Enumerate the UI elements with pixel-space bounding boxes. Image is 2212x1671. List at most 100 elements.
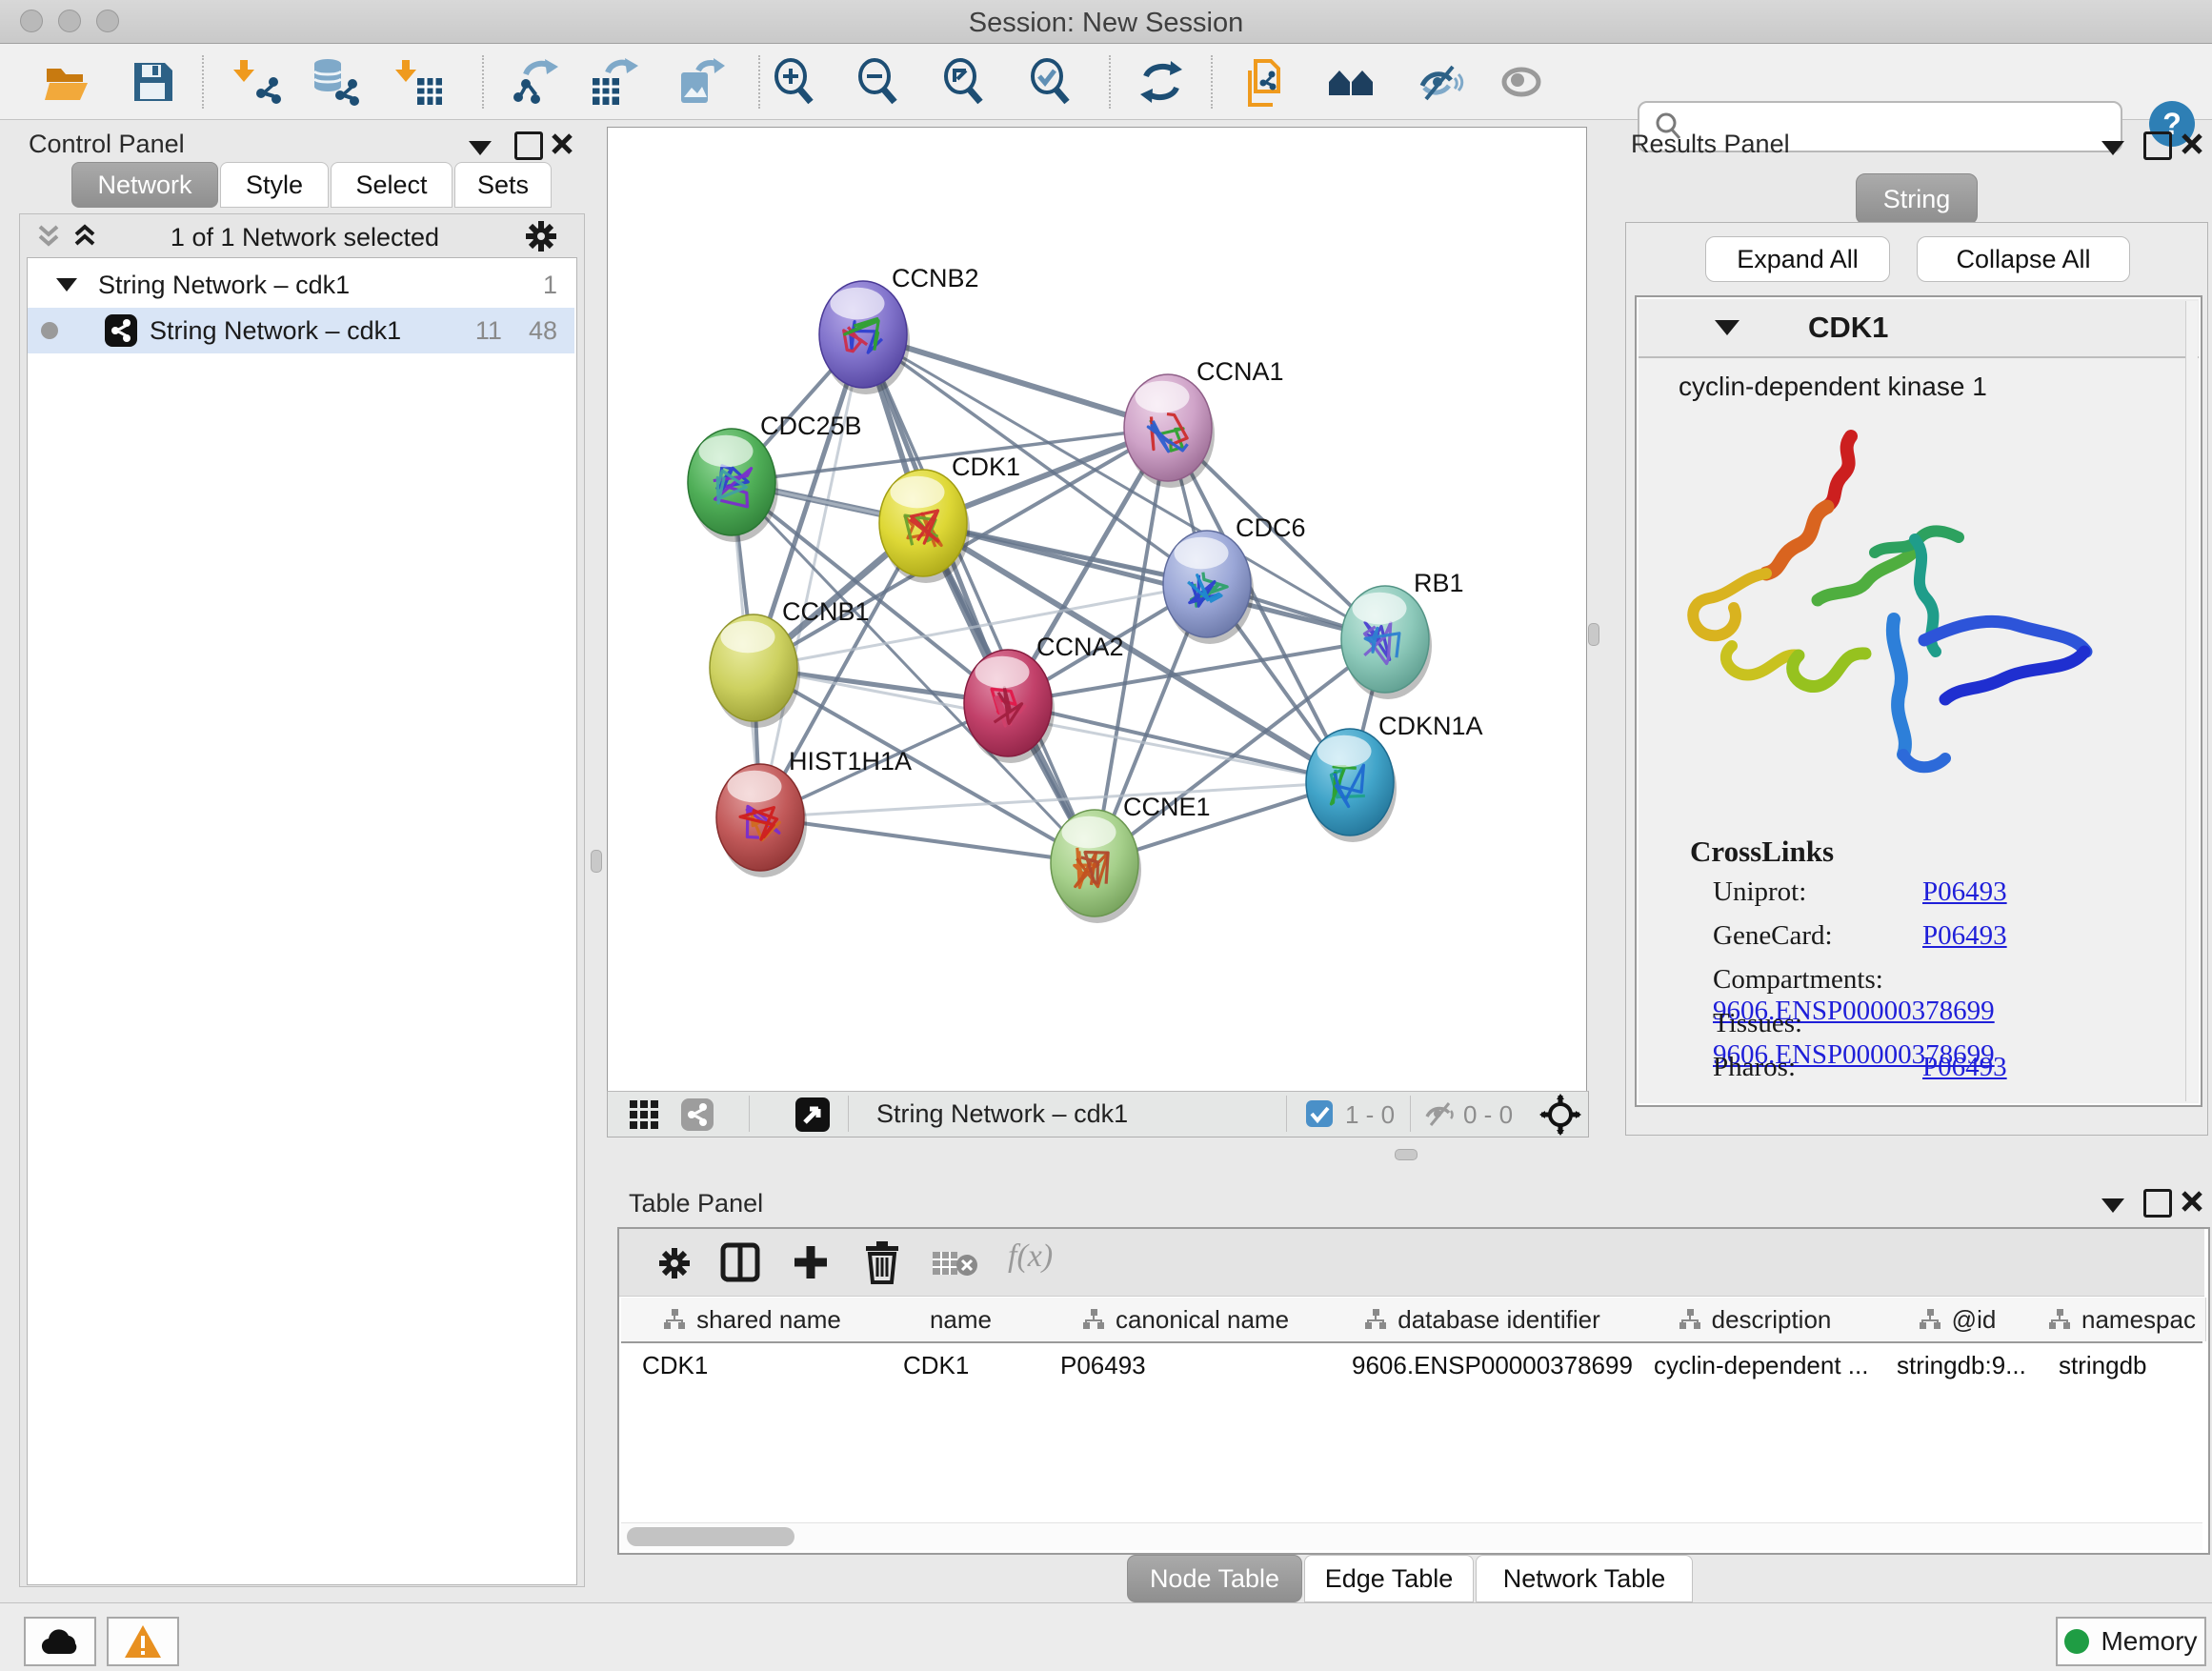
scrollbar-thumb[interactable] xyxy=(627,1527,794,1546)
network-edge[interactable] xyxy=(1008,703,1350,782)
selected-checkbox-icon[interactable] xyxy=(1305,1099,1334,1128)
network-node-hist1h1a[interactable]: HIST1H1A xyxy=(716,747,912,877)
control-panel-float-icon[interactable] xyxy=(514,131,543,160)
network-node-ccnb2[interactable]: CCNB2 xyxy=(819,264,979,394)
network-badge-gray-icon[interactable] xyxy=(680,1097,714,1132)
import-network-from-database-icon[interactable] xyxy=(311,57,360,107)
table-cell[interactable]: CDK1 xyxy=(882,1343,1039,1387)
table-cell[interactable]: P06493 xyxy=(1039,1343,1331,1387)
node-table-container: f(x) shared namenamecanonical namedataba… xyxy=(617,1227,2210,1555)
node-label-rb1: RB1 xyxy=(1414,569,1464,597)
table-panel-float-icon[interactable] xyxy=(2143,1189,2172,1218)
zoom-selected-icon[interactable] xyxy=(1026,57,1076,107)
table-options-gear-icon[interactable] xyxy=(655,1244,694,1282)
export-network-icon[interactable] xyxy=(513,57,562,107)
splitter-handle[interactable] xyxy=(1588,623,1599,646)
export-table-icon[interactable] xyxy=(589,57,638,107)
tab-sets[interactable]: Sets xyxy=(454,162,552,208)
toolbar-separator xyxy=(482,55,484,109)
create-column-icon[interactable] xyxy=(791,1242,831,1282)
expand-all-button[interactable]: Expand All xyxy=(1705,236,1890,282)
collection-expand-icon[interactable] xyxy=(56,278,77,292)
crosslink-link[interactable]: P06493 xyxy=(1922,876,2007,907)
save-session-icon[interactable] xyxy=(128,57,177,107)
import-table-icon[interactable] xyxy=(394,57,444,107)
open-session-icon[interactable] xyxy=(42,57,91,107)
table-cell[interactable]: cyclin-dependent ... xyxy=(1633,1343,1876,1387)
table-panel-menu-icon[interactable] xyxy=(2101,1198,2124,1213)
first-neighbors-icon[interactable] xyxy=(1326,57,1376,107)
tab-string-results[interactable]: String xyxy=(1856,173,1978,225)
table-panel-close-icon[interactable] xyxy=(2180,1189,2204,1214)
network-node-ccne1[interactable]: CCNE1 xyxy=(1051,793,1211,923)
cloud-status-button[interactable] xyxy=(24,1617,96,1666)
show-columns-icon[interactable] xyxy=(720,1242,760,1282)
tab-edge-table[interactable]: Edge Table xyxy=(1304,1555,1474,1602)
network-node-cdc25b[interactable]: CDC25B xyxy=(688,412,862,542)
function-builder-icon[interactable]: f(x) xyxy=(1008,1238,1053,1275)
network-node-rb1[interactable]: RB1 xyxy=(1341,569,1464,699)
table-cell[interactable]: stringdb xyxy=(2038,1343,2205,1387)
column-header-shared-name[interactable]: shared name xyxy=(621,1298,883,1341)
column-header-name[interactable]: name xyxy=(882,1298,1040,1341)
column-header-description[interactable]: description xyxy=(1633,1298,1877,1341)
column-header--id[interactable]: @id xyxy=(1876,1298,2039,1341)
network-node-cdk1[interactable]: CDK1 xyxy=(879,453,1020,583)
network-node-cdkn1a[interactable]: CDKN1A xyxy=(1306,712,1483,842)
network-options-gear-icon[interactable] xyxy=(522,217,560,255)
zoom-in-icon[interactable] xyxy=(770,57,819,107)
table-horizontal-scrollbar[interactable] xyxy=(621,1522,2202,1550)
clone-network-icon[interactable] xyxy=(1240,57,1290,107)
column-header-namespac[interactable]: namespac xyxy=(2038,1298,2206,1341)
tab-select[interactable]: Select xyxy=(331,162,452,208)
export-image-icon[interactable] xyxy=(675,57,725,107)
splitter-handle[interactable] xyxy=(591,850,602,873)
results-panel-close-icon[interactable] xyxy=(2180,131,2204,156)
delete-column-trash-icon[interactable] xyxy=(861,1240,903,1284)
control-panel-close-icon[interactable] xyxy=(550,131,574,156)
table-cell[interactable]: 9606.ENSP00000378699 xyxy=(1331,1343,1633,1387)
table-cell[interactable]: CDK1 xyxy=(621,1343,882,1387)
results-panel-float-icon[interactable] xyxy=(2143,131,2172,160)
tab-network[interactable]: Network xyxy=(71,162,218,208)
column-header-canonical-name[interactable]: canonical name xyxy=(1039,1298,1332,1341)
protein-description: cyclin-dependent kinase 1 xyxy=(1679,372,1987,402)
zoom-fit-icon[interactable] xyxy=(939,57,989,107)
results-vertical-scrollbar[interactable] xyxy=(2185,301,2198,1101)
entry-collapse-icon[interactable] xyxy=(1715,320,1739,335)
zoom-out-icon[interactable] xyxy=(854,57,903,107)
splitter-handle[interactable] xyxy=(1395,1149,1418,1160)
apply-layout-icon[interactable] xyxy=(1136,57,1186,107)
protein-entry-header[interactable]: CDK1 xyxy=(1639,299,2199,358)
network-edge[interactable] xyxy=(923,523,1385,639)
tab-network-table[interactable]: Network Table xyxy=(1476,1555,1693,1602)
collapse-all-networks-icon[interactable] xyxy=(34,221,63,250)
results-panel-menu-icon[interactable] xyxy=(2101,141,2124,155)
network-row[interactable]: String Network – cdk1 11 48 xyxy=(28,308,574,353)
network-collection-row[interactable]: String Network – cdk1 1 xyxy=(28,262,574,308)
fit-crosshair-icon[interactable] xyxy=(1539,1094,1581,1136)
tab-style[interactable]: Style xyxy=(220,162,329,208)
network-node-ccna1[interactable]: CCNA1 xyxy=(1124,357,1284,488)
delete-table-icon[interactable] xyxy=(932,1248,977,1280)
string-network-graph[interactable]: CCNB2CCNA1CDC25BCDK1CDC6RB1CCNB1CCNA2CDK… xyxy=(608,128,1586,1091)
crosslink-link[interactable]: P06493 xyxy=(1922,920,2007,951)
hide-selected-icon[interactable] xyxy=(1415,57,1464,107)
memory-button[interactable]: Memory xyxy=(2056,1617,2206,1666)
hidden-eye-slash-icon[interactable] xyxy=(1423,1099,1458,1128)
birds-eye-view-icon[interactable] xyxy=(794,1097,831,1133)
network-edge[interactable] xyxy=(760,817,1095,863)
crosslink-link[interactable]: P06493 xyxy=(1922,1052,2007,1082)
import-network-icon[interactable] xyxy=(232,57,282,107)
collapse-all-button[interactable]: Collapse All xyxy=(1917,236,2130,282)
expand-all-networks-icon[interactable] xyxy=(70,221,99,250)
warning-status-button[interactable] xyxy=(107,1617,179,1666)
network-edge[interactable] xyxy=(863,334,1095,863)
show-all-icon[interactable] xyxy=(1497,57,1546,107)
grid-view-icon[interactable] xyxy=(629,1099,659,1130)
network-view-canvas[interactable]: CCNB2CCNA1CDC25BCDK1CDC6RB1CCNB1CCNA2CDK… xyxy=(607,127,1587,1092)
table-cell[interactable]: stringdb:9... xyxy=(1876,1343,2038,1387)
control-panel-menu-icon[interactable] xyxy=(469,141,492,155)
column-header-database-identifier[interactable]: database identifier xyxy=(1331,1298,1634,1341)
tab-node-table[interactable]: Node Table xyxy=(1127,1555,1302,1602)
